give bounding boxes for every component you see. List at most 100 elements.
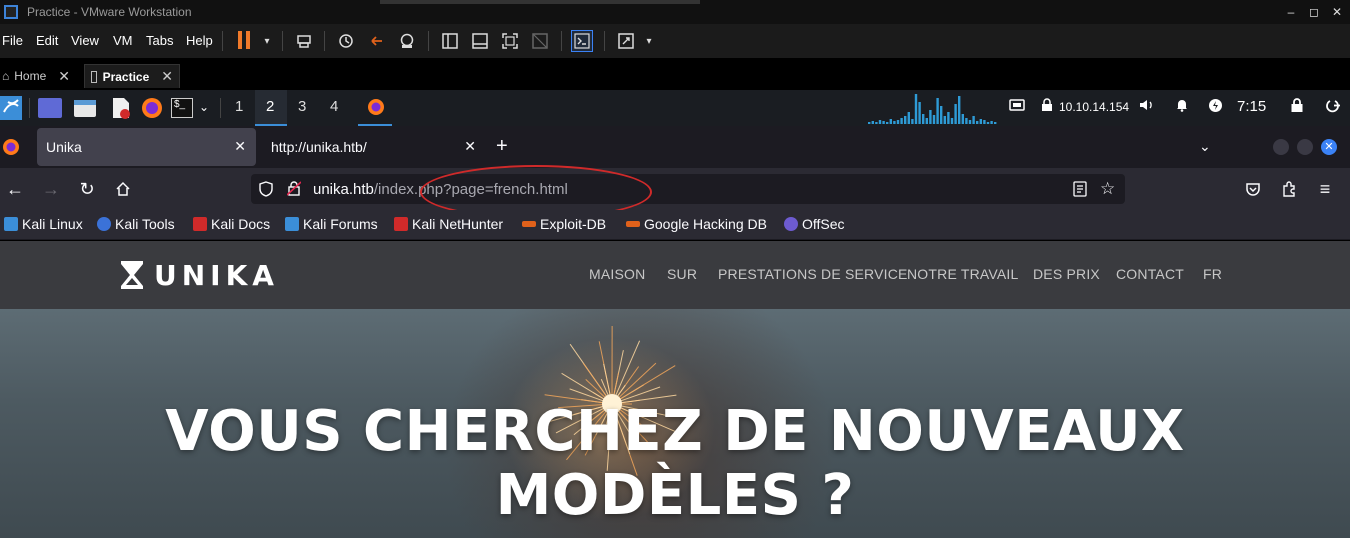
kali-forums-icon [285,217,299,231]
file-manager-icon[interactable] [73,96,97,120]
revert-snapshot-icon[interactable] [366,30,388,52]
close-tab-icon[interactable]: ✕ [161,68,173,85]
network-icon[interactable] [1009,98,1025,115]
exploit-db-icon [522,221,536,227]
toolbar-separator [324,31,325,51]
send-ctrl-alt-del-icon[interactable] [293,30,315,52]
snapshot-icon[interactable] [335,30,357,52]
tab-home[interactable]: ⌂ Home ✕ [0,64,78,88]
close-tab-icon[interactable]: ✕ [58,68,70,85]
workspace-2[interactable]: 2 [266,98,274,115]
power-manager-icon[interactable] [1208,98,1223,116]
bookmark-kali-docs[interactable]: Kali Docs [193,216,270,232]
minimize-browser-button[interactable] [1273,139,1289,155]
stretch-guest-icon[interactable] [615,30,637,52]
network-activity-bar [889,119,892,124]
close-window-button[interactable]: ✕ [1328,4,1346,20]
firefox-tab-strip: Unika ✕ http://unika.htb/ ✕ [0,126,1350,168]
workspace-switcher-icon[interactable] [38,98,62,118]
network-activity-bar [918,102,921,124]
spark-ray [561,372,606,401]
network-activity-bar [904,116,907,124]
terminal-dropdown-icon[interactable]: ⌄ [199,100,209,114]
site-logo[interactable]: UNIKA [120,259,279,292]
new-tab-button[interactable]: + [496,135,508,158]
close-tab-icon[interactable]: ✕ [234,138,246,155]
vmware-logo-icon [4,5,18,19]
notification-bell-icon[interactable] [1175,98,1189,115]
workspace-3[interactable]: 3 [298,98,306,115]
list-all-tabs-icon[interactable]: ⌄ [1199,138,1211,155]
tab-practice[interactable]: Practice ✕ [84,64,180,88]
browser-tab-http-unika[interactable]: http://unika.htb/ ✕ [262,128,486,166]
lock-screen-icon[interactable] [1290,98,1304,116]
bookmark-label: Google Hacking DB [644,216,767,232]
bookmark-offsec[interactable]: OffSec [784,216,845,232]
nav-notre-travail[interactable]: NOTRE TRAVAIL [907,266,1019,282]
close-tab-icon[interactable]: ✕ [464,138,476,155]
terminal-icon[interactable]: $_ [171,98,193,118]
network-activity-bar [976,121,979,124]
vmware-titlebar: Practice - VMware Workstation – ◻ ✕ [0,0,1350,24]
toolbar-separator [604,31,605,51]
volume-icon[interactable] [1139,98,1155,115]
maximize-button[interactable]: ◻ [1305,4,1323,20]
minimize-button[interactable]: – [1282,4,1300,20]
bookmark-google-hacking-db[interactable]: Google Hacking DB [626,216,767,232]
full-screen-icon[interactable] [499,30,521,52]
nav-sur[interactable]: SUR [667,266,697,282]
menu-edit[interactable]: Edit [36,33,58,48]
nav-prestations[interactable]: PRESTATIONS DE SERVICE [718,266,908,282]
menu-view[interactable]: View [71,33,99,48]
vmware-tabbar: ⌂ Home ✕ Practice ✕ [0,58,1350,90]
menu-file[interactable]: File [2,33,23,48]
show-library-icon[interactable] [439,30,461,52]
extensions-icon[interactable] [1278,178,1300,200]
logout-icon[interactable] [1325,98,1340,116]
workspace-4[interactable]: 4 [330,98,338,115]
bookmarks-toolbar: Kali Linux Kali Tools Kali Docs Kali For… [0,210,1350,240]
nav-contact[interactable]: CONTACT [1116,266,1184,282]
pocket-icon[interactable] [1242,178,1264,200]
bookmark-kali-linux[interactable]: Kali Linux [4,216,83,232]
forward-arrow-icon[interactable]: → [40,178,62,200]
maximize-browser-button[interactable] [1297,139,1313,155]
firefox-launcher-icon[interactable] [140,96,164,120]
insecure-lock-icon[interactable] [286,180,302,201]
hero-line-1: VOUS CHERCHEZ DE NOUVEAUX [165,399,1185,464]
nav-maison[interactable]: MAISON [589,266,645,282]
firefox-view-icon[interactable] [2,138,20,161]
pause-icon[interactable] [238,31,252,49]
close-browser-button[interactable]: ✕ [1321,139,1337,155]
browser-tab-unika[interactable]: Unika ✕ [37,128,256,166]
app-menu-icon[interactable]: ≡ [1314,178,1336,200]
firefox-taskbar-item[interactable] [358,90,392,126]
bookmark-star-icon[interactable]: ☆ [1100,179,1115,199]
unity-icon[interactable] [529,30,551,52]
home-icon[interactable] [112,178,134,200]
power-dropdown-icon[interactable]: ▾ [256,30,278,52]
stretch-dropdown-icon[interactable]: ▾ [638,30,660,52]
bookmark-kali-nethunter[interactable]: Kali NetHunter [394,216,503,232]
network-activity-bar [878,120,882,124]
reader-view-icon[interactable] [1073,181,1087,202]
nav-language-fr[interactable]: FR [1203,266,1222,282]
reload-icon[interactable]: ↻ [76,178,98,200]
hero-headline: VOUS CHERCHEZ DE NOUVEAUX MODÈLES ? [0,400,1350,528]
snapshot-manager-icon[interactable] [396,30,418,52]
nav-des-prix[interactable]: DES PRIX [1033,266,1100,282]
menu-help[interactable]: Help [186,33,213,48]
network-activity-bar [986,122,990,124]
bookmark-kali-tools[interactable]: Kali Tools [97,216,175,232]
kali-menu-icon[interactable] [0,96,22,120]
back-arrow-icon[interactable]: ← [4,178,26,200]
workspace-1[interactable]: 1 [235,98,243,115]
thumbnail-bar-icon[interactable] [469,30,491,52]
tracking-protection-shield-icon[interactable] [259,181,273,202]
bookmark-exploit-db[interactable]: Exploit-DB [522,216,606,232]
bookmark-kali-forums[interactable]: Kali Forums [285,216,378,232]
menu-vm[interactable]: VM [113,33,133,48]
text-editor-icon[interactable] [109,96,133,120]
menu-tabs[interactable]: Tabs [146,33,173,48]
console-view-icon[interactable] [571,30,593,52]
